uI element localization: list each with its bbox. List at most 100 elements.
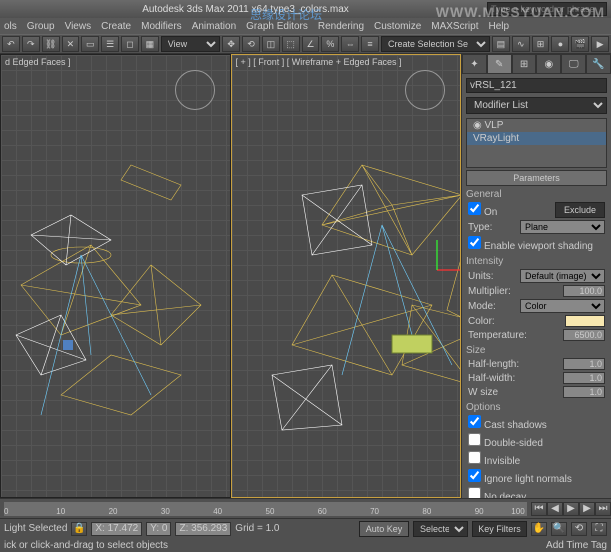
- redo-button[interactable]: ↷: [22, 36, 40, 52]
- crossing-button[interactable]: ▦: [141, 36, 159, 52]
- rect-select-button[interactable]: ◻: [121, 36, 139, 52]
- select-name-button[interactable]: ☰: [101, 36, 119, 52]
- viewport-right[interactable]: [ + ] [ Front ] [ Wireframe + Edged Face…: [231, 54, 462, 498]
- angle-snap-button[interactable]: ∠: [302, 36, 320, 52]
- render-setup-button[interactable]: 🎬: [571, 36, 589, 52]
- scale-button[interactable]: ◫: [262, 36, 280, 52]
- exclude-button[interactable]: Exclude: [555, 202, 605, 218]
- w-size-spinner[interactable]: 1.0: [563, 386, 605, 398]
- layers-button[interactable]: ▤: [492, 36, 510, 52]
- viewport-shading-checkbox[interactable]: Enable viewport shading: [468, 236, 593, 252]
- render-button[interactable]: ▶: [591, 36, 609, 52]
- modifier-stack[interactable]: ◉ VLP VRayLight: [466, 118, 607, 168]
- viewport-left[interactable]: d Edged Faces ]: [0, 54, 231, 498]
- move-button[interactable]: ✥: [222, 36, 240, 52]
- curve-editor-button[interactable]: ∿: [512, 36, 530, 52]
- half-width-label: Half-width:: [468, 373, 515, 384]
- menu-rendering[interactable]: Rendering: [318, 21, 364, 32]
- rollout-parameters[interactable]: Parameters: [466, 170, 607, 186]
- select-button[interactable]: ▭: [81, 36, 99, 52]
- menu-help[interactable]: Help: [489, 21, 510, 32]
- on-checkbox[interactable]: On: [468, 202, 497, 218]
- multiplier-spinner[interactable]: 100.0: [563, 285, 605, 297]
- percent-snap-button[interactable]: %: [321, 36, 339, 52]
- temperature-spinner[interactable]: 6500.0: [563, 329, 605, 341]
- vp-pan-button[interactable]: ✋: [531, 522, 547, 536]
- timeline[interactable]: 0 10 20 30 40 50 60 70 80 90 100 ⏮ ◀ ▶ ▶…: [0, 498, 611, 518]
- main-area: d Edged Faces ]: [0, 54, 611, 498]
- type-label: Type:: [468, 222, 492, 233]
- color-swatch[interactable]: [565, 315, 605, 327]
- menu-group[interactable]: Group: [27, 21, 55, 32]
- mirror-button[interactable]: ⇔: [341, 36, 359, 52]
- menu-maxscript[interactable]: MAXScript: [431, 21, 478, 32]
- goto-start-button[interactable]: ⏮: [531, 502, 547, 516]
- create-tab[interactable]: ✦: [462, 54, 487, 74]
- prompt-line: ick or click-and-drag to select objects …: [0, 538, 611, 552]
- half-width-spinner[interactable]: 1.0: [563, 372, 605, 384]
- z-field[interactable]: Z: 356.293: [175, 522, 231, 536]
- rotate-button[interactable]: ⟲: [242, 36, 260, 52]
- key-filters-button[interactable]: Key Filters: [472, 521, 527, 537]
- selection-lock-button[interactable]: 🔒: [71, 522, 87, 536]
- viewcube-left[interactable]: [175, 70, 215, 110]
- gizmo-handle[interactable]: [63, 340, 73, 350]
- window-title: Autodesk 3ds Max 2011 x64 type3_colors.m…: [4, 4, 487, 15]
- main-toolbar: ↶ ↷ ⛓ ✕ ▭ ☰ ◻ ▦ View ✥ ⟲ ◫ ⬚ ∠ % ⇔ ≡ Cre…: [0, 34, 611, 54]
- menu-views[interactable]: Views: [65, 21, 92, 32]
- color-label: Color:: [468, 316, 495, 327]
- motion-tab[interactable]: ◉: [536, 54, 561, 74]
- next-frame-button[interactable]: ▶: [579, 502, 595, 516]
- stack-item-vraylight[interactable]: VRayLight: [467, 132, 606, 145]
- key-mode-select[interactable]: Selected: [413, 521, 468, 537]
- add-time-tag[interactable]: Add Time Tag: [546, 540, 607, 551]
- modifier-list-select[interactable]: Modifier List: [466, 97, 607, 114]
- unlink-button[interactable]: ✕: [62, 36, 80, 52]
- axis-gizmo[interactable]: [437, 240, 461, 270]
- ignore-normals-checkbox[interactable]: Ignore light normals: [468, 469, 572, 485]
- menu-modifiers[interactable]: Modifiers: [141, 21, 182, 32]
- prev-frame-button[interactable]: ◀: [547, 502, 563, 516]
- mode-select[interactable]: Color: [520, 299, 605, 313]
- invisible-checkbox[interactable]: Invisible: [468, 451, 520, 467]
- menu-customize[interactable]: Customize: [374, 21, 421, 32]
- viewport-right-label[interactable]: [ + ] [ Front ] [ Wireframe + Edged Face…: [236, 57, 402, 67]
- link-button[interactable]: ⛓: [42, 36, 60, 52]
- display-tab[interactable]: 🖵: [561, 54, 586, 74]
- auto-key-button[interactable]: Auto Key: [359, 521, 409, 537]
- multiplier-label: Multiplier:: [468, 286, 511, 297]
- stack-item-vlp[interactable]: ◉ VLP: [467, 119, 606, 132]
- y-field[interactable]: Y: 0: [146, 522, 171, 536]
- double-sided-checkbox[interactable]: Double-sided: [468, 433, 543, 449]
- snap-button[interactable]: ⬚: [282, 36, 300, 52]
- temperature-label: Temperature:: [468, 330, 527, 341]
- menu-animation[interactable]: Animation: [192, 21, 236, 32]
- schematic-button[interactable]: ⊞: [532, 36, 550, 52]
- object-name-input[interactable]: [466, 78, 607, 93]
- units-select[interactable]: Default (image): [520, 269, 605, 283]
- viewcube-right[interactable]: [405, 70, 445, 110]
- goto-end-button[interactable]: ⏭: [595, 502, 611, 516]
- play-button[interactable]: ▶: [563, 502, 579, 516]
- utilities-tab[interactable]: 🔧: [586, 54, 611, 74]
- no-decay-checkbox[interactable]: No decay: [468, 487, 526, 498]
- material-editor-button[interactable]: ●: [551, 36, 569, 52]
- menu-tools[interactable]: ols: [4, 21, 17, 32]
- x-field[interactable]: X: 17.472: [91, 522, 142, 536]
- refcoord-select[interactable]: View: [161, 36, 220, 52]
- cast-shadows-checkbox[interactable]: Cast shadows: [468, 415, 547, 431]
- undo-button[interactable]: ↶: [2, 36, 20, 52]
- w-size-label: W size: [468, 387, 498, 398]
- modify-tab[interactable]: ✎: [487, 54, 512, 74]
- vp-orbit-button[interactable]: ⟲: [571, 522, 587, 536]
- named-selection-set[interactable]: Create Selection Se: [381, 36, 490, 52]
- menu-create[interactable]: Create: [101, 21, 131, 32]
- viewport-left-label[interactable]: d Edged Faces ]: [5, 57, 71, 67]
- align-button[interactable]: ≡: [361, 36, 379, 52]
- hierarchy-tab[interactable]: ⊞: [512, 54, 537, 74]
- time-slider[interactable]: 0 10 20 30 40 50 60 70 80 90 100: [4, 502, 527, 516]
- vp-maximize-button[interactable]: ⛶: [591, 522, 607, 536]
- type-select[interactable]: Plane: [520, 220, 605, 234]
- half-length-spinner[interactable]: 1.0: [563, 358, 605, 370]
- vp-zoom-button[interactable]: 🔍: [551, 522, 567, 536]
